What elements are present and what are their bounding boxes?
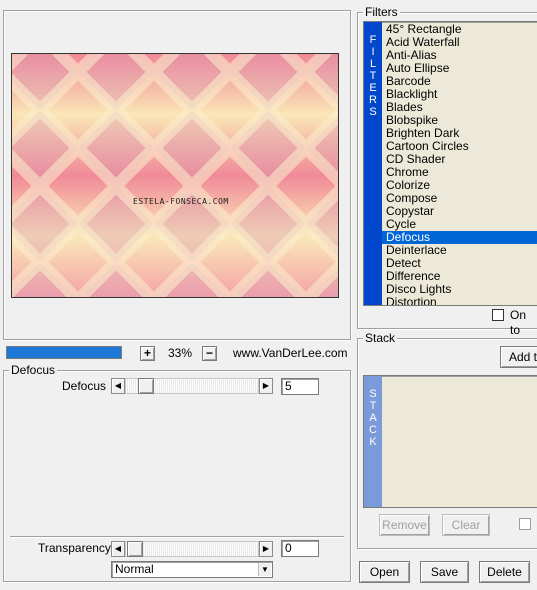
preview-image: ESTELA-FONSECA.COM <box>12 54 338 297</box>
transparency-left-arrow[interactable]: ◀ <box>111 541 125 557</box>
sidebar-letter: E <box>369 82 377 94</box>
filters-list[interactable]: 45° Rectangle Acid Waterfall Anti-Alias Aut… <box>382 23 537 306</box>
sidebar-letter: A <box>369 412 377 424</box>
stack-checkbox[interactable] <box>519 518 531 530</box>
on-top-checkbox[interactable] <box>492 309 504 321</box>
save-button[interactable]: Save <box>420 561 469 583</box>
defocus-slider-thumb[interactable] <box>138 378 154 394</box>
defocus-left-arrow[interactable]: ◀ <box>111 378 125 394</box>
transparency-right-arrow[interactable]: ▶ <box>259 541 273 557</box>
transparency-label: Transparency <box>38 541 111 555</box>
defocus-right-arrow[interactable]: ▶ <box>259 378 273 394</box>
stack-list-box: STACK <box>363 375 537 508</box>
sidebar-letter: K <box>369 436 377 448</box>
preview-watermark: ESTELA-FONSECA.COM <box>133 197 229 206</box>
filters-sidebar-label: FILTERS <box>364 22 382 118</box>
transparency-slider[interactable] <box>125 541 259 557</box>
sidebar-letter: T <box>369 400 377 412</box>
on-top-label: On to <box>510 308 527 337</box>
sidebar-letter: I <box>371 46 375 58</box>
transparency-divider <box>10 536 344 538</box>
transparency-slider-thumb[interactable] <box>127 541 143 557</box>
stack-sidebar-label: STACK <box>364 376 382 448</box>
open-button[interactable]: Open <box>359 561 410 583</box>
stack-sidebar: STACK <box>364 376 382 507</box>
chevron-down-icon[interactable]: ▼ <box>258 563 271 576</box>
defocus-param-label: Defocus <box>62 379 107 393</box>
sidebar-letter: S <box>369 388 377 400</box>
defocus-value-field[interactable]: 5 <box>281 378 319 395</box>
clear-button[interactable]: Clear <box>442 514 490 536</box>
blend-mode-value: Normal <box>115 562 154 576</box>
filter-item[interactable]: Distortion <box>382 296 537 306</box>
transparency-value-field[interactable]: 0 <box>281 540 319 557</box>
filters-sidebar: FILTERS <box>364 22 382 305</box>
blend-mode-select[interactable]: Normal ▼ <box>111 561 273 578</box>
sidebar-letter: R <box>369 94 377 106</box>
website-link[interactable]: www.VanDerLee.com <box>233 346 348 361</box>
sidebar-letter: T <box>369 70 377 82</box>
delete-button[interactable]: Delete <box>479 561 530 583</box>
sidebar-letter: C <box>369 424 377 436</box>
zoom-level: 33% <box>168 346 193 360</box>
preview-canvas[interactable]: ESTELA-FONSECA.COM <box>11 53 339 298</box>
sidebar-letter: F <box>369 34 377 46</box>
remove-button[interactable]: Remove <box>379 514 430 536</box>
sidebar-letter: L <box>369 58 377 70</box>
progress-fill <box>7 347 121 358</box>
zoom-out-button[interactable]: − <box>202 346 217 361</box>
defocus-legend: Defocus <box>9 363 58 377</box>
add-to-stack-button[interactable]: Add to <box>500 346 537 368</box>
sidebar-letter: S <box>369 106 377 118</box>
zoom-in-button[interactable]: + <box>140 346 155 361</box>
progress-bar <box>6 346 122 359</box>
filters-list-box: FILTERS 45° Rectangle Acid Waterfall Anti-… <box>363 21 537 306</box>
stack-legend: Stack <box>363 331 398 345</box>
filters-legend: Filters <box>363 5 400 19</box>
